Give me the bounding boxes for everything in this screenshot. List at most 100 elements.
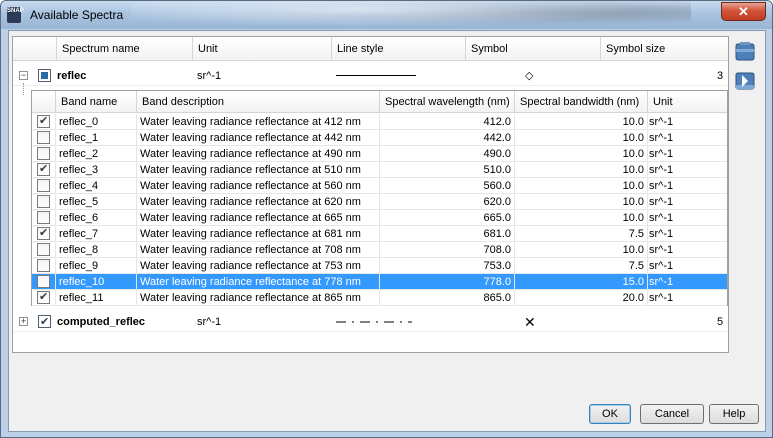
band-checkbox[interactable] [37, 161, 50, 177]
group-unit[interactable]: sr^-1 [192, 312, 221, 332]
band-row[interactable]: reflec_11Water leaving radiance reflecta… [32, 289, 727, 306]
group-row-reflec[interactable]: − reflec sr^-1 ◇ 3 [13, 66, 728, 86]
band-checkbox[interactable] [37, 179, 50, 192]
band-name: reflec_5 [55, 194, 136, 210]
band-header-spacer [32, 91, 55, 113]
band-row[interactable]: reflec_10 Water leaving radiance reflecta… [32, 274, 727, 290]
band-checkbox[interactable] [37, 275, 50, 288]
band-checkbox[interactable] [37, 147, 50, 160]
band-unit: sr^-1 [647, 114, 727, 130]
band-unit: sr^-1 [647, 146, 727, 162]
line-style-solid[interactable] [336, 66, 416, 86]
band-row[interactable]: reflec_0Water leaving radiance reflectan… [32, 113, 727, 130]
band-name: reflec_11 [55, 290, 136, 306]
line-style-dash-dot[interactable] [336, 312, 416, 332]
band-row[interactable]: reflec_6 Water leaving radiance reflectan… [32, 210, 727, 226]
save-file-icon[interactable] [733, 69, 757, 93]
band-checkbox[interactable] [37, 225, 50, 241]
band-row[interactable]: reflec_7Water leaving radiance reflectan… [32, 225, 727, 242]
group-symbol-size[interactable]: 5 [717, 312, 723, 332]
band-unit: sr^-1 [647, 274, 727, 290]
band-bandwidth: 15.0 [514, 274, 647, 290]
band-checkbox[interactable] [37, 243, 50, 256]
band-description: Water leaving radiance reflectance at 77… [136, 274, 379, 290]
band-description: Water leaving radiance reflectance at 51… [136, 162, 379, 178]
band-unit: sr^-1 [647, 130, 727, 146]
close-button[interactable]: ✕ [721, 2, 766, 21]
band-checkbox[interactable] [37, 259, 50, 272]
symbol-diamond-icon[interactable]: ◇ [525, 66, 533, 86]
symbol-cross-icon[interactable]: ✕ [524, 312, 536, 332]
band-unit: sr^-1 [647, 290, 727, 306]
band-bandwidth: 10.0 [514, 114, 647, 130]
band-name: reflec_9 [55, 258, 136, 274]
band-row[interactable]: reflec_2 Water leaving radiance reflectan… [32, 146, 727, 162]
band-wavelength: 412.0 [379, 114, 514, 130]
open-file-icon[interactable] [733, 40, 757, 64]
solid-line [336, 75, 416, 76]
group-row-computed-reflec[interactable]: + computed_reflec sr^-1 ✕ 5 [13, 312, 728, 332]
band-unit: sr^-1 [647, 242, 727, 258]
group-unit[interactable]: sr^-1 [192, 66, 221, 86]
band-checkbox[interactable] [37, 131, 50, 144]
band-checkbox[interactable] [37, 289, 50, 305]
band-description: Water leaving radiance reflectance at 70… [136, 242, 379, 258]
col-line-style[interactable]: Line style [331, 37, 465, 61]
band-name: reflec_3 [55, 162, 136, 178]
col-symbol-size[interactable]: Symbol size [600, 37, 728, 61]
band-wavelength: 681.0 [379, 226, 514, 242]
col-spectrum-name[interactable]: Spectrum name [56, 37, 192, 61]
band-name: reflec_2 [55, 146, 136, 162]
help-button[interactable]: Help [709, 404, 759, 424]
band-unit: sr^-1 [647, 258, 727, 274]
band-description: Water leaving radiance reflectance at 41… [136, 114, 379, 130]
band-checkbox[interactable] [37, 195, 50, 208]
header-spacer [13, 37, 56, 61]
band-name: reflec_6 [55, 210, 136, 226]
band-table-header: Band name Band description Spectral wave… [32, 91, 727, 113]
dash-dot-line [336, 321, 412, 323]
band-wavelength: 708.0 [379, 242, 514, 258]
band-bandwidth: 20.0 [514, 290, 647, 306]
band-name: reflec_10 [55, 274, 136, 290]
cancel-button[interactable]: Cancel [640, 404, 704, 424]
col-unit[interactable]: Unit [192, 37, 331, 61]
col-spectral-wavelength[interactable]: Spectral wavelength (nm) [379, 91, 514, 113]
group-checkbox[interactable] [38, 69, 51, 82]
col-band-name[interactable]: Band name [55, 91, 136, 113]
col-spectral-bandwidth[interactable]: Spectral bandwidth (nm) [514, 91, 647, 113]
band-unit: sr^-1 [647, 162, 727, 178]
collapse-icon[interactable]: − [19, 71, 28, 80]
group-symbol-size[interactable]: 3 [717, 66, 723, 86]
band-row[interactable]: reflec_1 Water leaving radiance reflectan… [32, 130, 727, 146]
band-checkbox[interactable] [37, 113, 50, 129]
title-bar[interactable]: SNAP Available Spectra ✕ [1, 1, 772, 29]
band-description: Water leaving radiance reflectance at 49… [136, 146, 379, 162]
band-row[interactable]: reflec_9 Water leaving radiance reflectan… [32, 258, 727, 274]
band-wavelength: 865.0 [379, 290, 514, 306]
band-name: reflec_0 [55, 114, 136, 130]
band-description: Water leaving radiance reflectance at 75… [136, 258, 379, 274]
col-band-description[interactable]: Band description [136, 91, 379, 113]
band-row[interactable]: reflec_5 Water leaving radiance reflectan… [32, 194, 727, 210]
band-row[interactable]: reflec_3Water leaving radiance reflectan… [32, 161, 727, 178]
band-description: Water leaving radiance reflectance at 44… [136, 130, 379, 146]
band-checkbox[interactable] [37, 211, 50, 224]
group-name: computed_reflec [57, 316, 146, 328]
title-bar-background [131, 1, 691, 29]
band-row[interactable]: reflec_8 Water leaving radiance reflectan… [32, 242, 727, 258]
col-band-unit[interactable]: Unit [647, 91, 727, 113]
band-name: reflec_1 [55, 130, 136, 146]
ok-button[interactable]: OK [589, 404, 631, 424]
group-checkbox[interactable] [38, 312, 51, 332]
dialog-window: SNAP Available Spectra ✕ Spectrum name U… [0, 0, 773, 438]
spectra-tree-table: Spectrum name Unit Line style Symbol Sym… [12, 36, 729, 353]
band-row[interactable]: reflec_4 Water leaving radiance reflectan… [32, 178, 727, 194]
band-bandwidth: 10.0 [514, 178, 647, 194]
band-description: Water leaving radiance reflectance at 56… [136, 178, 379, 194]
band-bandwidth: 10.0 [514, 146, 647, 162]
band-table: Band name Band description Spectral wave… [31, 90, 728, 306]
band-description: Water leaving radiance reflectance at 86… [136, 290, 379, 306]
col-symbol[interactable]: Symbol [465, 37, 600, 61]
expand-icon[interactable]: + [19, 317, 28, 326]
